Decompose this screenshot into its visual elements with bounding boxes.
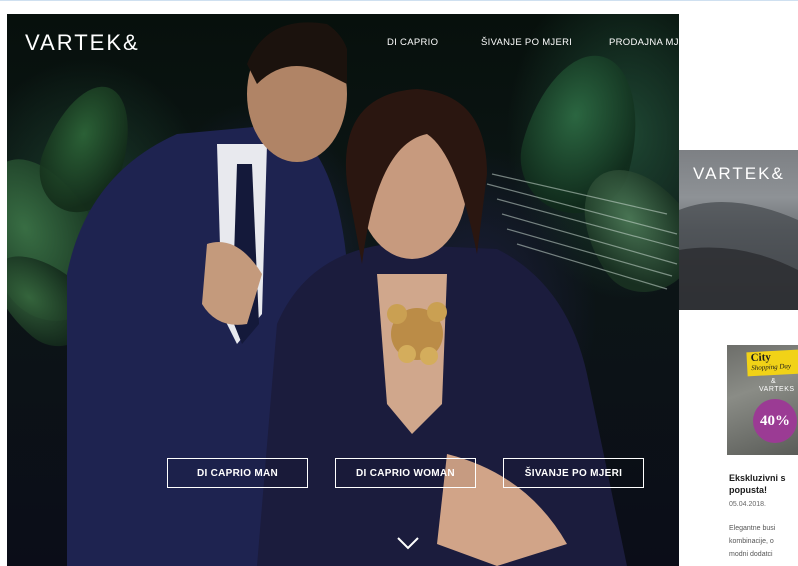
news-card-excerpt-line: kombinacije, o: [729, 538, 774, 545]
hero-section: VARTEK& DI CAPRIO ŠIVANJE PO MJERI PRODA…: [7, 14, 679, 566]
side-banner[interactable]: VARTEK&: [679, 150, 798, 310]
discount-value: 40%: [760, 412, 790, 429]
news-card-excerpt-line: Elegantne busi: [729, 525, 776, 532]
promo-badge-line2: Shopping Day: [751, 362, 792, 373]
news-card-title-line1: Ekskluzivni s: [729, 473, 786, 483]
news-card-title-line2: popusta!: [729, 485, 767, 495]
di-caprio-man-button[interactable]: DI CAPRIO MAN: [167, 458, 308, 488]
discount-circle: 40%: [753, 399, 797, 443]
nav-item-prodajna-mjesta[interactable]: PRODAJNA MJESTA: [609, 37, 679, 48]
di-caprio-woman-button[interactable]: DI CAPRIO WOMAN: [335, 458, 476, 488]
sivanje-po-mjeri-button[interactable]: ŠIVANJE PO MJERI: [503, 458, 644, 488]
promo-brand: VARTEKS: [759, 386, 795, 393]
promo-badge: City Shopping Day: [746, 349, 798, 377]
nav-item-di-caprio[interactable]: DI CAPRIO: [387, 37, 438, 48]
promo-amp: &: [771, 378, 776, 385]
news-card-excerpt: Elegantne busi kombinacije, o modni doda…: [729, 522, 798, 561]
chevron-down-icon[interactable]: [396, 536, 420, 550]
news-card-title[interactable]: Ekskluzivni s popusta!: [729, 472, 798, 496]
news-card-date: 05.04.2018.: [729, 501, 766, 508]
model-woman-figure: [257, 89, 627, 566]
banner-logo: VARTEK&: [693, 164, 785, 183]
news-card-excerpt-line: modni dodatci: [729, 551, 773, 558]
frame-line: [0, 0, 798, 1]
nav-item-novosti[interactable]: NOVOSTI: [743, 37, 788, 48]
news-card-image[interactable]: City Shopping Day & VARTEKS 40%: [727, 345, 798, 455]
nav-item-sivanje-po-mjeri[interactable]: ŠIVANJE PO MJERI: [481, 37, 572, 48]
main-nav: DI CAPRIO ŠIVANJE PO MJERI PRODAJNA MJES…: [7, 37, 679, 51]
